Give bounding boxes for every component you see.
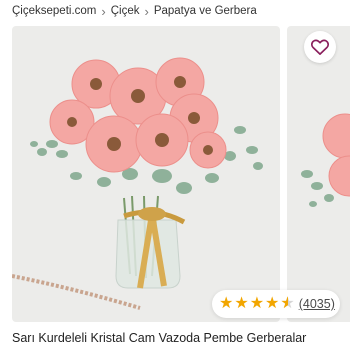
breadcrumb-category-link[interactable]: Çiçek: [111, 5, 140, 17]
product-main-image[interactable]: [12, 26, 280, 322]
favorite-button[interactable]: [304, 31, 336, 63]
star-half-icon: ★: [280, 296, 294, 313]
bouquet-illustration: [12, 57, 263, 310]
bouquet-partial-illustration: [301, 113, 350, 207]
product-title: Sarı Kurdeleli Kristal Cam Vazoda Pembe …: [12, 331, 307, 345]
star-full-icon: ★: [219, 295, 234, 312]
star-full-icon: ★: [234, 295, 249, 312]
heart-outline-icon: [311, 39, 329, 55]
star-full-icon: ★: [265, 295, 280, 312]
breadcrumb-separator: ›: [144, 3, 149, 19]
review-count-link[interactable]: (4035): [299, 297, 335, 311]
breadcrumb-subcategory-link[interactable]: Papatya ve Gerbera: [154, 5, 257, 17]
product-next-image[interactable]: [287, 26, 350, 322]
star-full-icon: ★: [249, 295, 265, 312]
breadcrumb: Çiçeksepeti.com › Çiçek › Papatya ve Ger…: [0, 0, 350, 22]
breadcrumb-home-link[interactable]: Çiçeksepeti.com: [12, 5, 96, 17]
breadcrumb-separator: ›: [101, 3, 106, 19]
rating-summary[interactable]: ★ ★ ★ ★ ★ (4035): [212, 290, 340, 318]
